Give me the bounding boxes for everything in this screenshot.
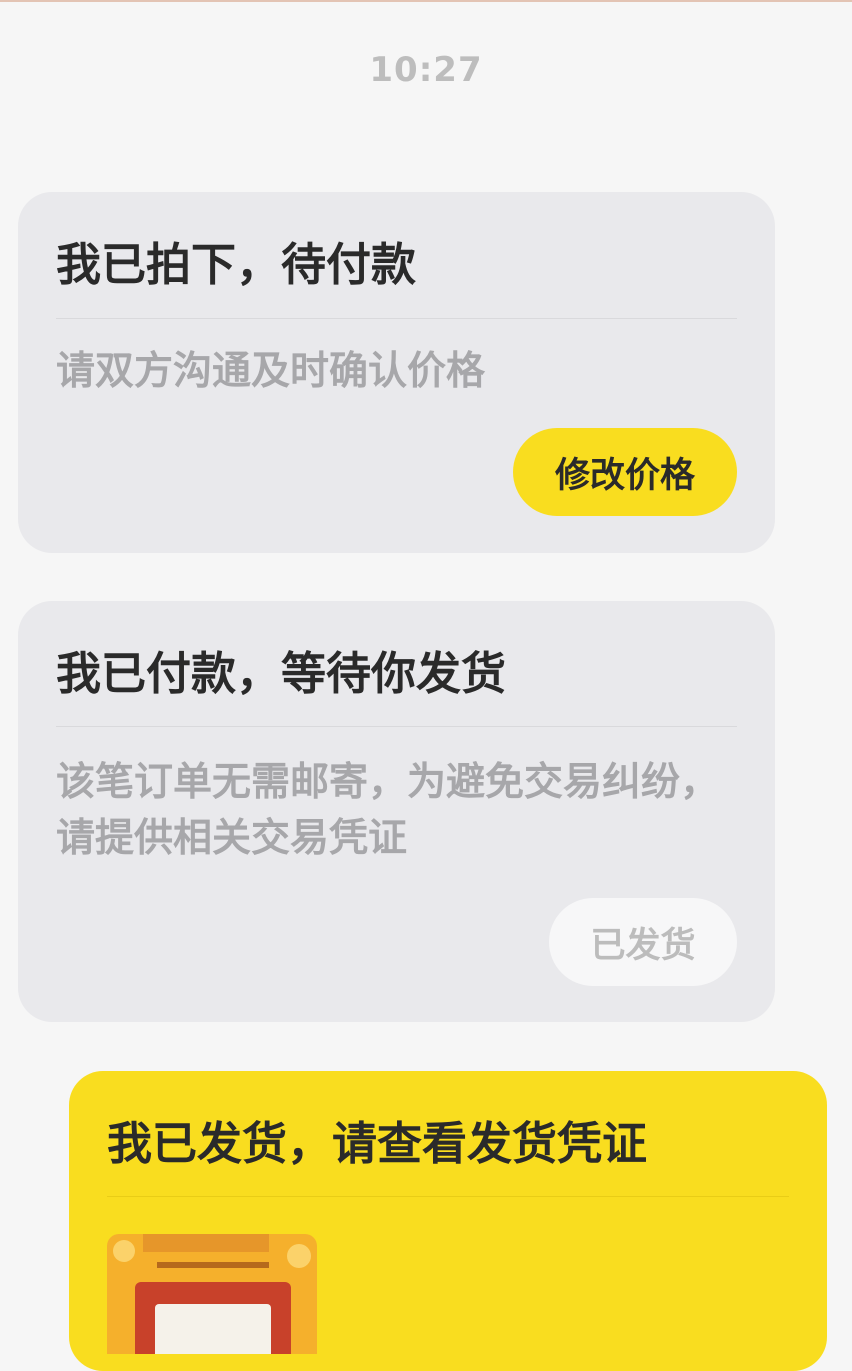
image-decoration: [287, 1244, 311, 1268]
chat-timestamp: 10:27: [369, 50, 483, 90]
card-description: 该笔订单无需邮寄，为避免交易纠纷，请提供相关交易凭证: [56, 760, 720, 861]
shipment-message-card[interactable]: 我已发货，请查看发货凭证: [69, 1071, 827, 1371]
divider: [107, 1196, 789, 1197]
image-decoration: [155, 1304, 271, 1354]
card-description: 请双方沟通及时确认价格: [56, 349, 486, 394]
image-decoration: [113, 1240, 135, 1262]
order-message-card: 我已拍下，待付款 请双方沟通及时确认价格 修改价格: [18, 192, 775, 553]
divider: [56, 318, 737, 319]
payment-message-card: 我已付款，等待你发货 该笔订单无需邮寄，为避免交易纠纷，请提供相关交易凭证 已发…: [18, 601, 775, 1022]
card-title: 我已拍下，待付款: [56, 238, 417, 291]
modify-price-button[interactable]: 修改价格: [513, 428, 737, 516]
divider: [56, 726, 737, 727]
shipped-button[interactable]: 已发货: [549, 898, 737, 986]
shipping-proof-image[interactable]: [107, 1234, 317, 1354]
card-title: 我已发货，请查看发货凭证: [107, 1117, 648, 1170]
image-decoration: [143, 1234, 269, 1252]
card-title: 我已付款，等待你发货: [56, 647, 507, 700]
image-decoration: [157, 1262, 269, 1268]
top-divider: [0, 0, 852, 2]
